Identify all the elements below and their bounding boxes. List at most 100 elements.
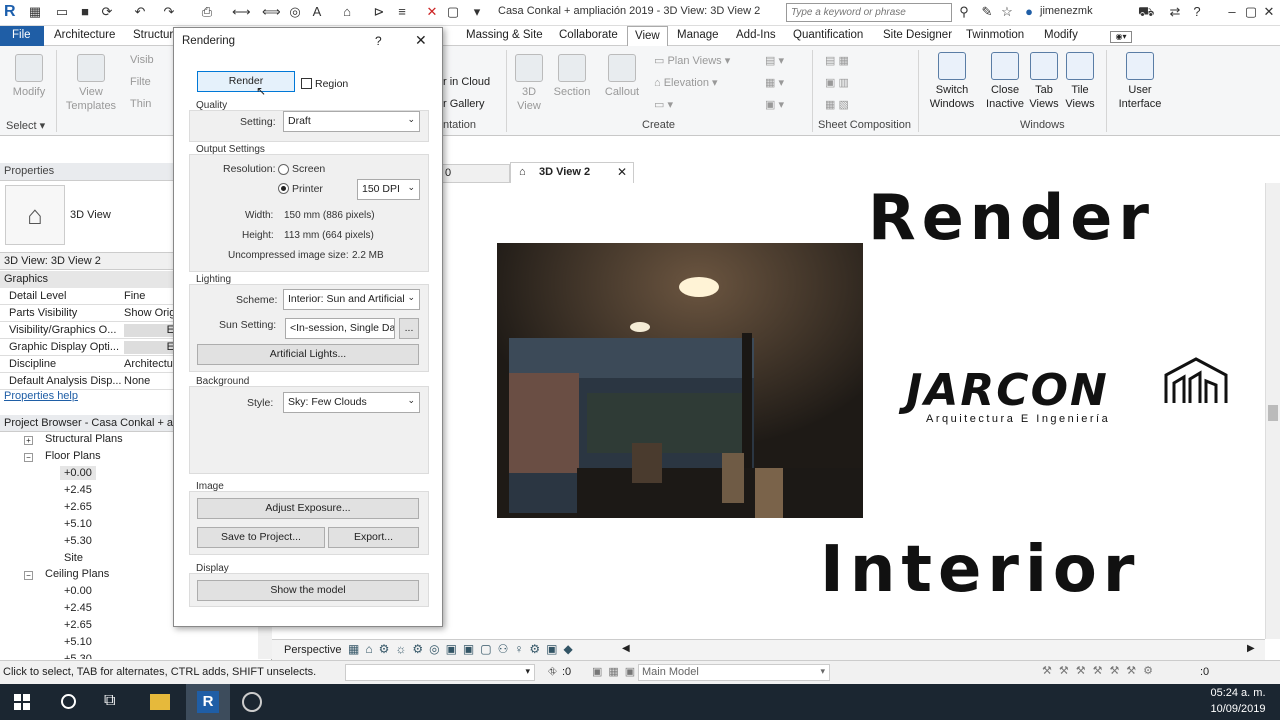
tab-add-ins[interactable]: Add-Ins xyxy=(736,29,776,41)
search-input[interactable] xyxy=(786,3,952,22)
background-style-select[interactable]: Sky: Few Clouds ⌄ xyxy=(283,392,420,413)
tree-item[interactable]: +5.10 xyxy=(64,636,92,648)
lighting-scheme-select[interactable]: Interior: Sun and Artificial ⌄ xyxy=(283,289,420,310)
scroll-thumb[interactable] xyxy=(1268,405,1278,421)
section-button[interactable]: Section xyxy=(550,54,594,99)
collapse-icon[interactable]: − xyxy=(24,571,33,580)
view-control-icons[interactable]: ▦⌂⚙☼⚙◎▣▣▢⚇♀⚙▣◆ xyxy=(348,642,579,656)
maximize-icon[interactable]: ▢ xyxy=(1244,5,1258,19)
tree-item[interactable]: +5.10 xyxy=(64,518,92,530)
tab-modify[interactable]: Modify xyxy=(1044,29,1078,41)
obs-icon[interactable] xyxy=(242,692,262,712)
tab-views-button[interactable]: Tab Views xyxy=(1026,52,1062,111)
panel-toggle-icon[interactable]: ◉▾ xyxy=(1110,31,1132,43)
close-hidden-icon[interactable]: ✕ xyxy=(425,5,439,19)
tree-item[interactable]: +2.65 xyxy=(64,619,92,631)
type-name[interactable]: 3D View xyxy=(70,209,111,221)
select-dropdown[interactable]: Select ▾ xyxy=(6,119,45,132)
section-icon[interactable]: ⊳ xyxy=(372,5,386,19)
drafting-dropdown[interactable]: ▭ ▾ xyxy=(654,98,673,111)
file-explorer-icon[interactable] xyxy=(150,694,170,710)
tab-massing-site[interactable]: Massing & Site xyxy=(466,29,543,41)
scroll-right-icon[interactable]: ▶ xyxy=(1247,643,1255,654)
customize-icon[interactable]: ▾ xyxy=(470,5,484,19)
dpi-select[interactable]: 150 DPI ⌄ xyxy=(357,179,420,200)
tab-file[interactable]: File xyxy=(0,26,44,46)
selection-filter-icons[interactable]: ⚒⚒⚒⚒⚒⚒⚙ xyxy=(1042,664,1160,677)
filters-button[interactable]: Filte xyxy=(130,76,151,88)
tile-views-button[interactable]: Tile Views xyxy=(1062,52,1098,111)
tree-floor-plans[interactable]: Floor Plans xyxy=(45,450,101,462)
sun-setting-browse-button[interactable]: ... xyxy=(399,318,419,339)
region-checkbox[interactable] xyxy=(301,78,312,89)
measure-icon[interactable]: ⟷ xyxy=(232,5,251,19)
schedules-dropdown[interactable]: ▦ ▾ xyxy=(765,76,784,89)
user-name[interactable]: jimenezmk xyxy=(1040,5,1093,17)
binoculars-icon[interactable]: ⚲ xyxy=(957,5,971,19)
modify-button[interactable]: Modify xyxy=(8,54,50,99)
workset-icon[interactable]: ⛗ xyxy=(548,666,557,679)
thin-lines-button[interactable]: Thin xyxy=(130,98,151,110)
collapse-icon[interactable]: − xyxy=(24,453,33,462)
subscription-icon[interactable]: ✎ xyxy=(980,5,994,19)
tab-view[interactable]: View xyxy=(627,26,668,47)
switch-windows-icon[interactable]: ▢ xyxy=(446,5,460,19)
3d-view-button[interactable]: 3D View xyxy=(512,54,546,113)
tree-item[interactable]: +2.45 xyxy=(64,602,92,614)
print-icon[interactable]: ⎙ xyxy=(200,5,214,19)
close-icon[interactable]: ✕ xyxy=(1262,5,1276,19)
tab-twinmotion[interactable]: Twinmotion xyxy=(966,29,1024,41)
undo-icon[interactable]: ↶ xyxy=(133,5,147,19)
render-button[interactable]: Render xyxy=(197,71,295,92)
3d-view-icon[interactable]: ⌂ xyxy=(340,5,354,19)
task-view-icon[interactable]: ⧉ xyxy=(104,692,115,710)
revit-logo-icon[interactable]: R xyxy=(4,3,16,21)
help-icon[interactable]: ? xyxy=(1190,5,1204,19)
user-interface-button[interactable]: User Interface xyxy=(1112,52,1168,111)
scroll-left-icon[interactable]: ◀ xyxy=(622,643,630,654)
expand-icon[interactable]: + xyxy=(24,436,33,445)
thin-lines-icon[interactable]: ≡ xyxy=(395,5,409,19)
minimize-icon[interactable]: – xyxy=(1225,5,1239,19)
switch-windows-button[interactable]: Switch Windows xyxy=(924,52,980,111)
revisions-button[interactable]: ▦ ▧ xyxy=(825,98,849,111)
adjust-exposure-button[interactable]: Adjust Exposure... xyxy=(197,498,419,519)
sheet-button[interactable]: ▤ ▦ xyxy=(825,54,849,67)
tab-quantification[interactable]: Quantification xyxy=(793,29,863,41)
save-icon[interactable]: ■ xyxy=(78,5,92,19)
artificial-lights-button[interactable]: Artificial Lights... xyxy=(197,344,419,365)
app-menu-icon[interactable]: ▦ xyxy=(28,5,42,19)
dimension-icon[interactable]: ⟺ xyxy=(262,5,281,19)
tag-icon[interactable]: ◎ xyxy=(288,5,302,19)
search-circle-icon[interactable] xyxy=(61,694,76,709)
tree-item[interactable]: +0.00 xyxy=(64,585,92,597)
view-templates-button[interactable]: View Templates xyxy=(62,54,120,113)
open-icon[interactable]: ▭ xyxy=(55,5,69,19)
show-model-button[interactable]: Show the model xyxy=(197,580,419,601)
sun-setting-field[interactable]: <In-session, Single Da xyxy=(285,318,395,339)
vertical-scrollbar[interactable] xyxy=(1265,183,1280,639)
tree-item[interactable]: +5.30 xyxy=(64,653,92,659)
redo-icon[interactable]: ↷ xyxy=(162,5,176,19)
tab-structure[interactable]: Structur xyxy=(133,29,173,41)
plan-views-dropdown[interactable]: ▭ Plan Views ▾ xyxy=(654,54,730,67)
scope-box-dropdown[interactable]: ▣ ▾ xyxy=(765,98,784,111)
render-gallery-button[interactable]: r Gallery xyxy=(443,98,485,110)
tree-item[interactable]: +2.45 xyxy=(64,484,92,496)
close-inactive-button[interactable]: Close Inactive xyxy=(982,52,1028,111)
dialog-close-icon[interactable]: ✕ xyxy=(415,32,427,49)
tree-item[interactable]: +2.65 xyxy=(64,501,92,513)
tab-site-designer[interactable]: Site Designer xyxy=(883,29,952,41)
favorites-icon[interactable]: ☆ xyxy=(1000,5,1014,19)
visibility-button[interactable]: Visib xyxy=(130,54,154,66)
revit-taskbar-item[interactable]: R xyxy=(186,684,230,720)
save-to-project-button[interactable]: Save to Project... xyxy=(197,527,325,548)
view-tab-other[interactable]: 0 xyxy=(440,164,510,183)
printer-radio[interactable] xyxy=(278,183,289,194)
workset-selector[interactable]: ▾ xyxy=(345,664,535,681)
dialog-help-button[interactable]: ? xyxy=(375,34,382,48)
legends-dropdown[interactable]: ▤ ▾ xyxy=(765,54,784,67)
callout-button[interactable]: Callout xyxy=(600,54,644,99)
design-options-icons[interactable]: ▣▦▣ xyxy=(592,665,641,678)
perspective-label[interactable]: Perspective xyxy=(284,644,341,656)
